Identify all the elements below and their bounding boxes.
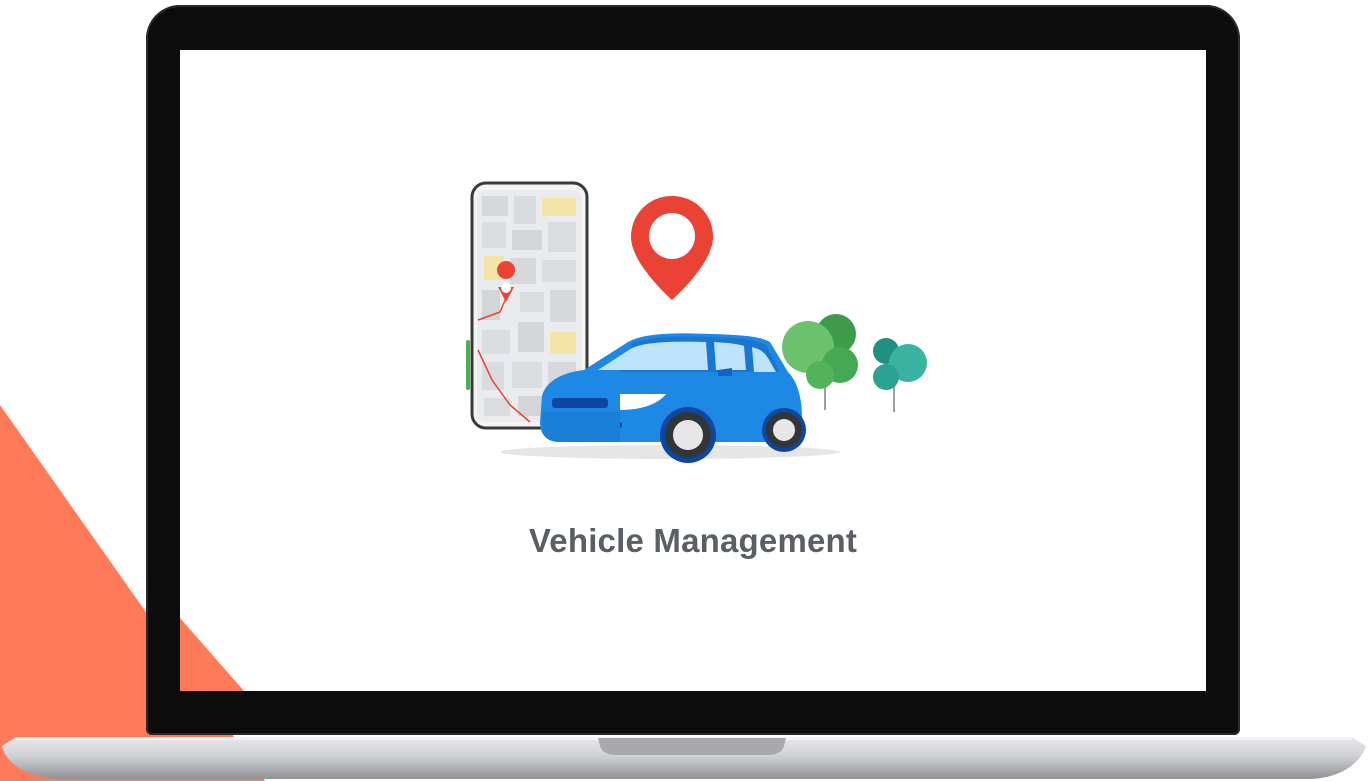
vehicle-illustration (466, 181, 927, 463)
location-pin-icon (631, 196, 713, 300)
laptop-screen: Vehicle Management (180, 50, 1206, 691)
screen-caption: Vehicle Management (528, 522, 858, 559)
laptop-base (2, 737, 1366, 779)
tree-icon (782, 314, 927, 412)
product-mockup: Vehicle Management (0, 0, 1368, 781)
